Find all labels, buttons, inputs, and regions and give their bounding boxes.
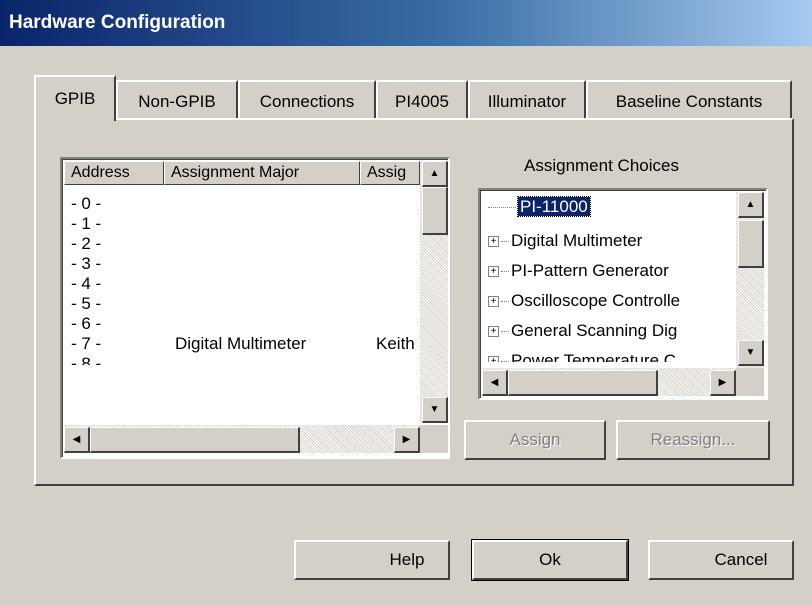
- scroll-left-button[interactable]: ◀: [64, 427, 90, 453]
- tree-item-power-temperature[interactable]: + Power Temperature C: [488, 350, 676, 362]
- button-label: Ok: [539, 550, 561, 569]
- tree-item-label: General Scanning Dig: [511, 321, 678, 340]
- arrow-up-icon: ▲: [429, 168, 440, 179]
- tree-item-pi-11000[interactable]: PI-11000: [488, 196, 591, 220]
- tab-label: GPIB: [54, 89, 96, 108]
- table-row[interactable]: - 2 -: [71, 234, 101, 254]
- tab-pi4005[interactable]: PI4005: [376, 80, 468, 120]
- button-label: Cancel: [714, 550, 768, 569]
- expand-plus-icon[interactable]: +: [488, 356, 499, 362]
- tree-item-label: Digital Multimeter: [511, 231, 643, 250]
- button-label: Reassign...: [650, 430, 736, 449]
- address-cell: - 2 -: [71, 234, 102, 253]
- tree-connector: [501, 241, 509, 243]
- tree-connector: [501, 271, 509, 273]
- tab-label: PI4005: [395, 92, 449, 111]
- arrow-up-icon: ▲: [745, 199, 756, 210]
- window-title: Hardware Configuration: [9, 12, 226, 33]
- ok-button[interactable]: Ok: [471, 539, 629, 581]
- cancel-button[interactable]: Cancel: [648, 540, 794, 580]
- assignment-major-cell: Digital Multimeter: [175, 334, 307, 353]
- reassign-button[interactable]: Reassign...: [616, 420, 770, 460]
- horizontal-scrollbar-thumb[interactable]: [508, 370, 658, 396]
- table-row[interactable]: - 5 -: [71, 294, 101, 314]
- tree-connector: [501, 301, 509, 303]
- assignment-minor-cell: Keith: [376, 334, 415, 353]
- scroll-left-button[interactable]: ◀: [482, 370, 508, 396]
- title-bar: Hardware Configuration: [0, 0, 812, 46]
- arrow-right-icon: ▶: [718, 377, 727, 388]
- table-row[interactable]: - 8 -: [71, 354, 101, 365]
- address-list[interactable]: Address Assignment Major Assig - 0 - - 1…: [60, 157, 450, 459]
- scroll-down-button[interactable]: ▼: [738, 340, 764, 366]
- scrollbar-corner: [736, 368, 764, 396]
- table-row[interactable]: - 3 -: [71, 254, 101, 274]
- help-button[interactable]: Help: [294, 540, 450, 580]
- address-cell: - 7 -: [71, 334, 102, 353]
- scroll-down-button[interactable]: ▼: [422, 397, 448, 423]
- tab-baseline-constants[interactable]: Baseline Constants: [586, 80, 792, 120]
- tree-connector: [501, 331, 509, 333]
- table-row[interactable]: - 6 -: [71, 314, 101, 334]
- expand-plus-icon[interactable]: +: [488, 236, 499, 248]
- tab-label: Non-GPIB: [138, 92, 216, 111]
- tree-item-digital-multimeter[interactable]: + Digital Multimeter: [488, 230, 642, 254]
- tree-item-label: Power Temperature C: [511, 351, 677, 362]
- address-cell: - 0 -: [71, 194, 102, 213]
- column-header-label: Assig: [367, 164, 407, 181]
- column-header-label: Assignment Major: [171, 164, 300, 181]
- table-row[interactable]: - 7 - Digital Multimeter Keith: [71, 334, 431, 354]
- vertical-scrollbar-thumb[interactable]: [738, 220, 764, 268]
- table-row[interactable]: - 4 -: [71, 274, 101, 294]
- assignment-choices-label: Assignment Choices: [524, 156, 679, 175]
- expand-plus-icon[interactable]: +: [488, 296, 499, 308]
- tree-item-label: Oscilloscope Controlle: [511, 291, 681, 310]
- column-header-label: Address: [71, 164, 130, 181]
- scrollbar-corner: [420, 425, 448, 453]
- scroll-right-button[interactable]: ▶: [394, 427, 420, 453]
- tab-gpib[interactable]: GPIB: [34, 75, 116, 121]
- column-header-assignment-major[interactable]: Assignment Major: [164, 161, 360, 185]
- assignment-choices-tree[interactable]: PI-11000 + Digital Multimeter + PI-Pattern…: [478, 188, 768, 400]
- address-cell: - 8 -: [71, 354, 102, 365]
- column-header-assignment-minor[interactable]: Assig: [360, 161, 420, 185]
- column-header-address[interactable]: Address: [64, 161, 164, 185]
- tree-item-oscilloscope-controller[interactable]: + Oscilloscope Controlle: [488, 290, 680, 314]
- address-cell: - 1 -: [71, 214, 102, 233]
- arrow-left-icon: ◀: [490, 377, 499, 388]
- expand-plus-icon[interactable]: +: [488, 326, 499, 338]
- arrow-left-icon: ◀: [72, 434, 81, 445]
- tree-item-pi-pattern-generator[interactable]: + PI-Pattern Generator: [488, 260, 669, 284]
- tab-label: Illuminator: [487, 92, 567, 111]
- vertical-scrollbar-thumb[interactable]: [422, 187, 448, 235]
- tree-connector: [501, 361, 509, 362]
- address-cell: - 5 -: [71, 294, 102, 313]
- horizontal-scrollbar-thumb[interactable]: [90, 427, 300, 453]
- tab-label: Connections: [259, 92, 355, 111]
- tree-item-general-scanning-digital[interactable]: + General Scanning Dig: [488, 320, 677, 344]
- table-row[interactable]: - 0 -: [71, 194, 101, 214]
- table-row[interactable]: - 1 -: [71, 214, 101, 234]
- button-label: Help: [389, 550, 425, 569]
- expand-plus-icon[interactable]: +: [488, 266, 499, 278]
- tab-illuminator[interactable]: Illuminator: [468, 80, 586, 120]
- tree-item-label: PI-Pattern Generator: [511, 261, 669, 280]
- arrow-right-icon: ▶: [402, 434, 411, 445]
- tab-connections[interactable]: Connections: [238, 80, 376, 120]
- address-cell: - 4 -: [71, 274, 102, 293]
- scroll-up-button[interactable]: ▲: [738, 192, 764, 218]
- scroll-right-button[interactable]: ▶: [710, 370, 736, 396]
- tree-connector: [488, 207, 516, 209]
- arrow-down-icon: ▼: [745, 347, 756, 358]
- assign-button[interactable]: Assign: [464, 420, 606, 460]
- tree-item-label: PI-11000: [517, 196, 591, 217]
- arrow-down-icon: ▼: [429, 404, 440, 415]
- scroll-up-button[interactable]: ▲: [422, 161, 448, 187]
- address-cell: - 3 -: [71, 254, 102, 273]
- address-cell: - 6 -: [71, 314, 102, 333]
- tab-non-gpib[interactable]: Non-GPIB: [116, 80, 238, 120]
- button-label: Assign: [509, 430, 561, 449]
- tab-label: Baseline Constants: [615, 92, 763, 111]
